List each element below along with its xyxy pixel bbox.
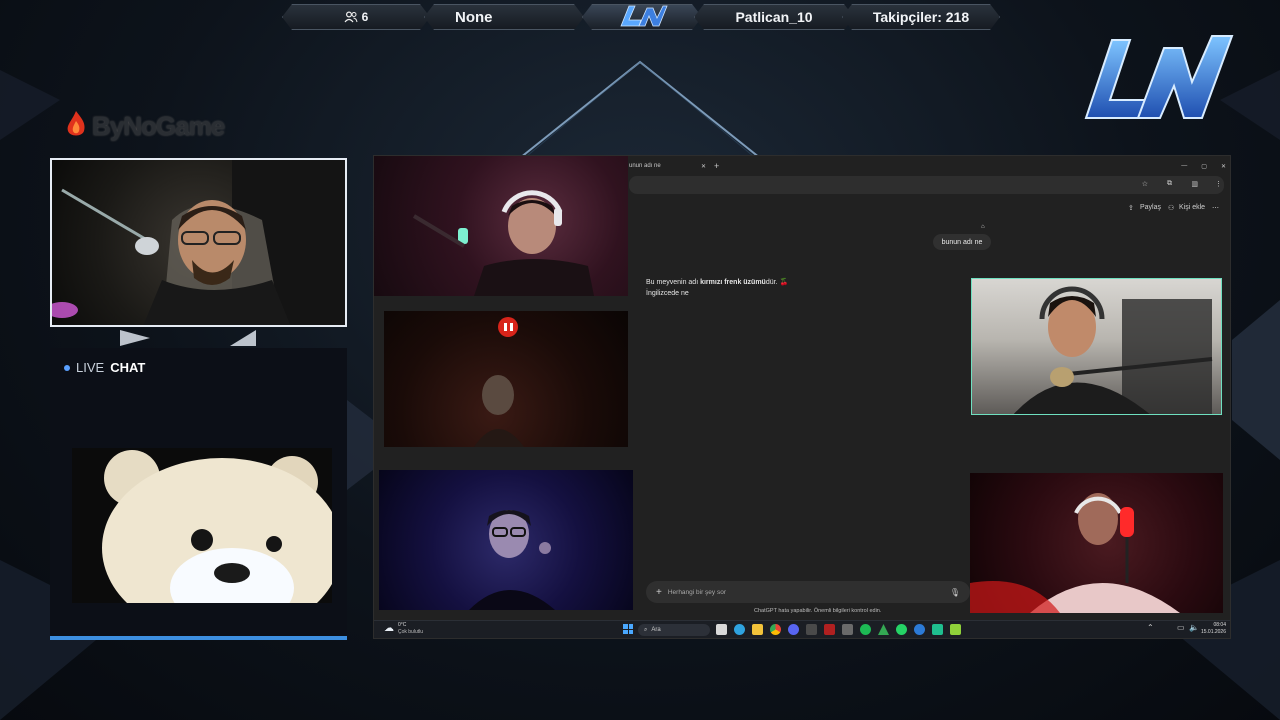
edit-message-icon[interactable]: ⌂: [981, 224, 985, 230]
tray-chevron-icon[interactable]: ⌃: [1147, 623, 1154, 632]
teddy-bear-scene: [72, 448, 332, 603]
streamer-name-segment: Patlican_10: [694, 4, 854, 30]
chat-input-placeholder: Herhangi bir şey sor: [667, 588, 727, 596]
sponsor-name: ByNoGame: [92, 110, 225, 141]
participant-5-scene: [970, 493, 1180, 613]
chat-label: CHAT: [110, 360, 146, 375]
stream-title: None: [455, 8, 493, 26]
file-explorer-icon[interactable]: [752, 624, 763, 635]
followers-count: Takipçiler: 218: [872, 9, 970, 25]
lnv-logo-icon: [1084, 35, 1234, 119]
weather-icon: ☁: [384, 623, 394, 634]
participant-1-scene: [412, 190, 594, 296]
taskbar-apps: [716, 624, 961, 635]
teddy-bear-camera: [72, 448, 332, 603]
star-icon[interactable]: ☆: [1142, 180, 1148, 188]
app-icon-4[interactable]: [914, 624, 925, 635]
reply-bold-text: kırmızı frenk üzümü: [700, 279, 766, 286]
add-person-icon[interactable]: ⚇: [1168, 204, 1174, 212]
share-button[interactable]: Paylaş: [1140, 204, 1161, 211]
viewer-count: 6: [361, 10, 369, 24]
search-icon: ⌕: [644, 626, 648, 633]
minimize-icon[interactable]: —: [1181, 163, 1187, 169]
sidebar-icon[interactable]: ▥: [1191, 180, 1198, 188]
sponsor-logo: ByNoGame: [64, 108, 225, 144]
participant-2-scene: [474, 317, 524, 447]
address-bar[interactable]: ☆ ⧉ ▥ ⋮: [629, 176, 1224, 194]
menu-dots-icon[interactable]: ⋮: [1215, 180, 1222, 188]
live-chat-header: LIVE CHAT: [64, 360, 145, 375]
network-icon[interactable]: ▭: [1177, 623, 1185, 632]
participant-camera-4: [971, 278, 1222, 415]
new-tab-icon[interactable]: +: [714, 161, 719, 171]
center-logo-segment: [582, 4, 702, 30]
windows-start-icon[interactable]: [623, 624, 633, 634]
more-options-icon[interactable]: ⋯: [1212, 204, 1219, 212]
screen-share: unun adı ne ✕ + — ▢ ✕ ☆ ⧉ ▥ ⋮ ⇪ Paylaş ⚇…: [373, 155, 1231, 639]
reply-text-2: dür. 🍒: [765, 279, 789, 286]
viewer-count-segment: 6: [282, 4, 430, 30]
edge-icon[interactable]: [734, 624, 745, 635]
participant-camera-5: [970, 473, 1223, 613]
followup-message: İngilizcede ne: [646, 290, 689, 297]
spotify-icon[interactable]: [860, 624, 871, 635]
taskbar-search[interactable]: ⌕ Ara: [638, 624, 710, 636]
app-icon-3[interactable]: [842, 624, 853, 635]
viewers-icon: [344, 11, 358, 23]
disclaimer-text: ChatGPT hata yapabilir. Önemli bilgileri…: [754, 608, 882, 614]
clock-date[interactable]: 15.01.2026: [1201, 629, 1226, 635]
reply-text-1: Bu meyvenin adı: [646, 279, 701, 286]
live-chat-panel: LIVE CHAT: [50, 348, 347, 640]
assistant-reply: Bu meyvenin adı kırmızı frenk üzümüdür. …: [646, 278, 788, 286]
host-camera: [50, 158, 347, 327]
stream-title-segment: None: [424, 4, 584, 30]
participant-3-scene: [469, 510, 555, 610]
whatsapp-icon[interactable]: [896, 624, 907, 635]
attach-plus-icon[interactable]: +: [656, 587, 662, 598]
browser-tab-strip: unun adı ne ✕ + — ▢ ✕: [629, 159, 1230, 173]
center-logo-icon: [615, 2, 669, 33]
windows-taskbar: ☁ 0°C Çok bulutlu ⌕ Ara ⌃ ▭ 🔈 08:04 15.0…: [374, 620, 1230, 638]
drive-icon[interactable]: [878, 624, 889, 635]
streamer-name: Patlican_10: [735, 9, 813, 25]
followers-segment: Takipçiler: 218: [842, 4, 1000, 30]
participant-camera-1: [374, 156, 628, 296]
clock-time[interactable]: 08:04: [1213, 622, 1226, 628]
participant-camera-3: [379, 470, 633, 610]
add-person-button[interactable]: Kişi ekle: [1179, 204, 1205, 211]
search-label: Ara: [651, 627, 661, 633]
microphone-icon[interactable]: 🎙: [950, 588, 960, 597]
volume-icon[interactable]: 🔈: [1189, 623, 1199, 632]
maximize-icon[interactable]: ▢: [1201, 163, 1207, 170]
extensions-icon[interactable]: ⧉: [1167, 180, 1172, 188]
weather-temp: 0°C: [398, 622, 407, 628]
chrome-icon[interactable]: [770, 624, 781, 635]
flame-icon: [64, 109, 88, 144]
task-view-icon[interactable]: [716, 624, 727, 635]
app-icon-1[interactable]: [806, 624, 817, 635]
weather-desc: Çok bulutlu: [398, 629, 424, 635]
participant-4-scene: [1013, 286, 1213, 414]
participant-camera-2: [384, 311, 628, 447]
app-icon-5[interactable]: [932, 624, 943, 635]
chat-input[interactable]: + Herhangi bir şey sor 🎙: [646, 581, 970, 603]
user-message: bunun adı ne: [941, 238, 983, 246]
app-icon-2[interactable]: [824, 624, 835, 635]
browser-tab[interactable]: unun adı ne: [629, 163, 709, 169]
live-dot-icon: [64, 364, 70, 371]
app-icon-6[interactable]: [950, 624, 961, 635]
top-bar: 6 None Patlican_10 Takipçiler: 218: [282, 2, 1000, 32]
close-window-icon[interactable]: ✕: [1221, 163, 1226, 170]
share-icon[interactable]: ⇪: [1128, 204, 1134, 212]
close-tab-icon[interactable]: ✕: [701, 163, 706, 170]
host-camera-scene: [52, 160, 345, 325]
discord-icon[interactable]: [788, 624, 799, 635]
user-message-bubble: bunun adı ne: [933, 234, 991, 250]
live-label: LIVE: [76, 360, 105, 375]
